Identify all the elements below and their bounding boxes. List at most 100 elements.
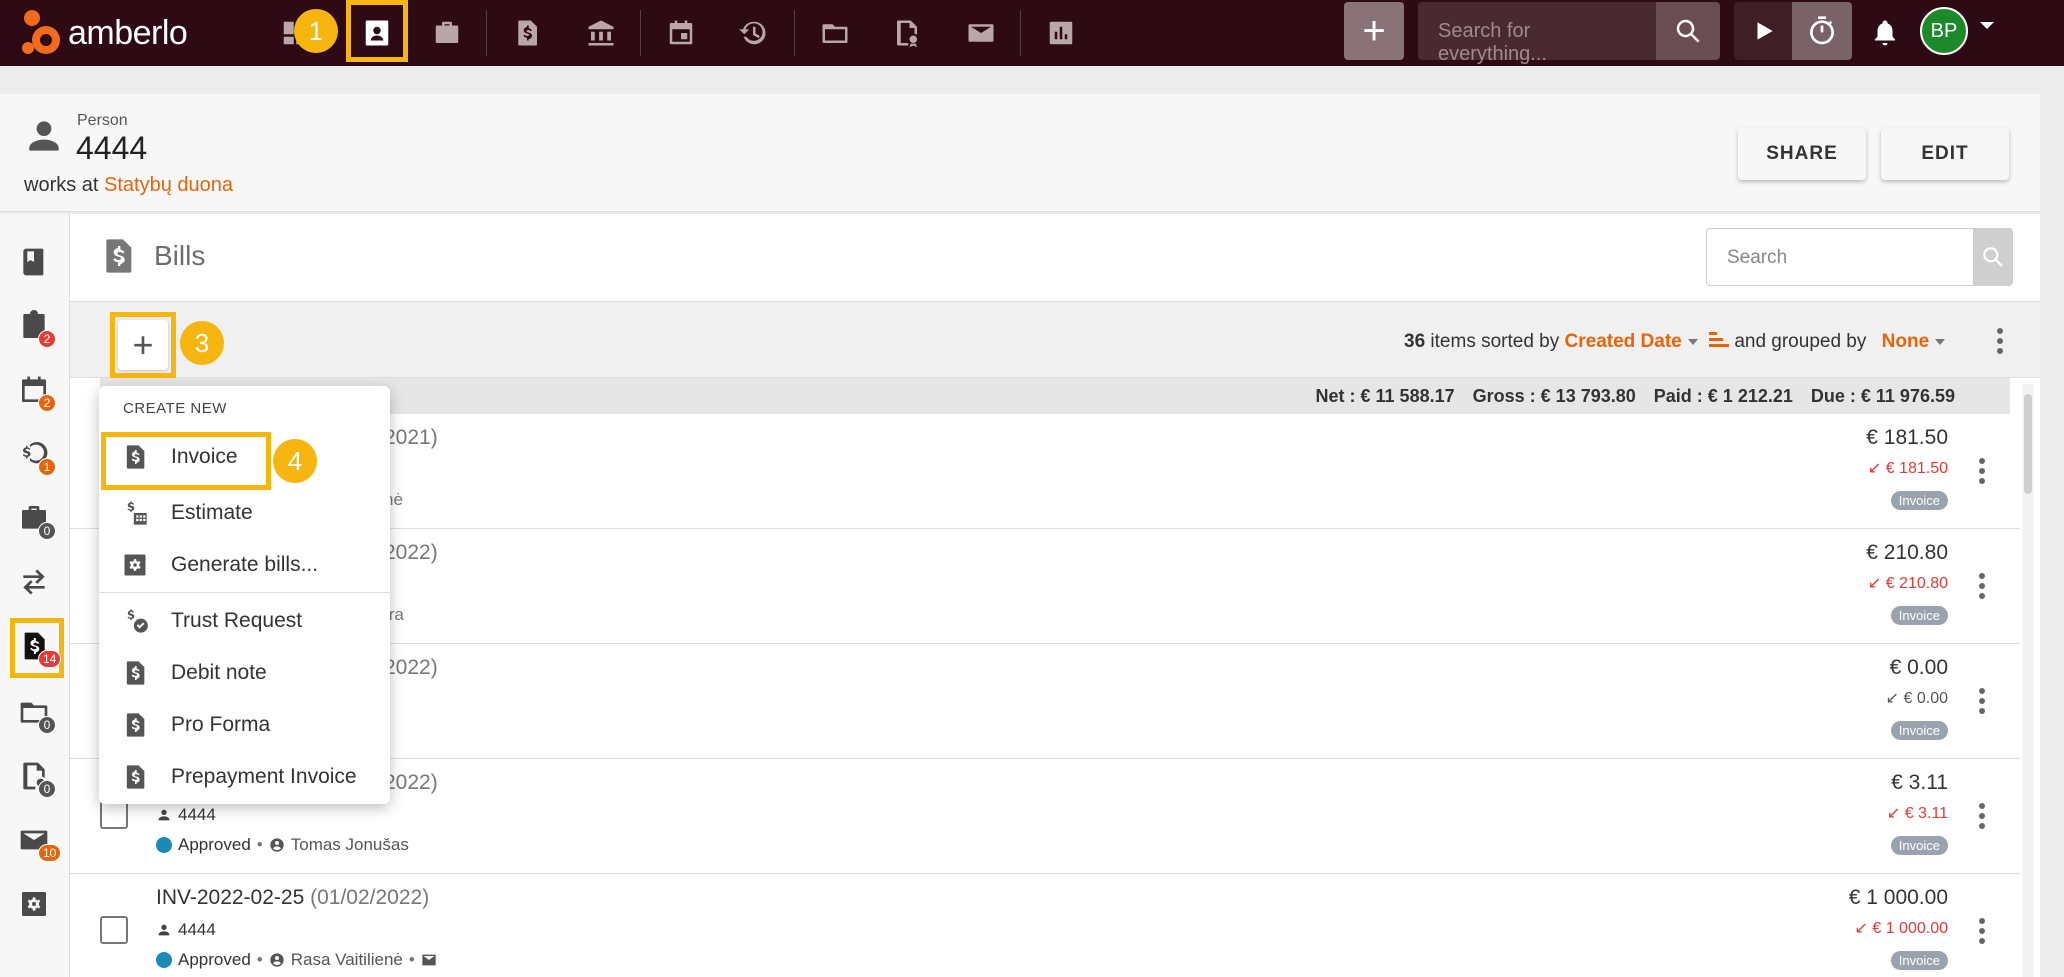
items-count: 36 bbox=[1404, 331, 1426, 353]
account-circle-icon bbox=[270, 838, 284, 852]
global-search-input[interactable]: Search for everything... bbox=[1418, 2, 1658, 65]
sort-field-dropdown[interactable]: Created Date bbox=[1565, 331, 1682, 352]
chevron-down-icon[interactable] bbox=[1980, 22, 1994, 29]
calendar-icon[interactable] bbox=[658, 10, 704, 56]
row-more-icon[interactable] bbox=[1978, 918, 1986, 944]
works-at-prefix: works at bbox=[24, 174, 99, 196]
bill-status: Approved • Tomas Jonušas bbox=[156, 835, 409, 855]
toolbar-more-icon[interactable] bbox=[1996, 328, 2004, 354]
briefcase-icon[interactable] bbox=[424, 10, 470, 56]
time-history-icon[interactable] bbox=[730, 10, 776, 56]
menu-divider bbox=[99, 592, 390, 593]
sidebar-item-transactions[interactable] bbox=[18, 566, 54, 602]
menu-item-debit-note[interactable]: Debit note bbox=[99, 648, 390, 698]
person-name: 4444 bbox=[76, 130, 148, 166]
menu-item-generate-bills[interactable]: Generate bills... bbox=[99, 540, 390, 590]
bill-status: Approved • Rasa Vaitilienė • bbox=[156, 950, 437, 970]
sidebar-item-settings[interactable] bbox=[18, 888, 54, 924]
organization-link[interactable]: Statybų duona bbox=[104, 174, 233, 196]
grouped-by-label: and grouped by bbox=[1734, 331, 1867, 353]
sidebar-item-time-entries[interactable]: 1 bbox=[18, 438, 56, 476]
menu-item-pro-forma[interactable]: Pro Forma bbox=[99, 700, 390, 750]
bills-search-input[interactable]: Search bbox=[1706, 228, 1974, 286]
sort-direction-icon[interactable] bbox=[1709, 330, 1730, 354]
bill-person: 4444 bbox=[156, 805, 216, 825]
bill-paid: ↙ € 181.50 bbox=[1867, 460, 1948, 477]
bill-paid: ↙ € 1 000.00 bbox=[1854, 920, 1948, 937]
reports-icon[interactable] bbox=[1038, 10, 1084, 56]
contacts-icon[interactable] bbox=[354, 10, 400, 56]
logo-mark-icon bbox=[20, 8, 64, 58]
global-add-button[interactable]: + bbox=[1344, 2, 1404, 60]
estimate-icon bbox=[119, 497, 151, 529]
table-row[interactable]: INV-2022-02-25 (01/02/2022) 4444 Approve… bbox=[70, 874, 2020, 977]
generate-gear-icon bbox=[119, 549, 151, 581]
folder-icon[interactable] bbox=[812, 10, 858, 56]
sidebar-item-notes[interactable] bbox=[18, 246, 54, 282]
row-more-icon[interactable] bbox=[1978, 688, 1986, 714]
pro-forma-icon bbox=[119, 709, 151, 741]
nav-divider bbox=[486, 10, 487, 56]
nav-divider bbox=[640, 10, 641, 56]
person-icon bbox=[158, 924, 170, 936]
menu-item-trust-request[interactable]: Trust Request bbox=[99, 596, 390, 646]
scroll-thumb[interactable] bbox=[2024, 394, 2032, 494]
row-more-icon[interactable] bbox=[1978, 458, 1986, 484]
account-circle-icon bbox=[270, 953, 284, 967]
menu-item-prepayment-invoice[interactable]: Prepayment Invoice bbox=[99, 752, 390, 802]
net-total: Net : € 11 588.17 bbox=[1315, 386, 1455, 406]
stopwatch-icon bbox=[1810, 16, 1834, 45]
stopwatch-button[interactable] bbox=[1792, 2, 1852, 60]
list-scrollbar[interactable] bbox=[2022, 384, 2034, 977]
share-button[interactable]: SHARE bbox=[1738, 128, 1866, 180]
left-sidebar: 2 2 1 0 14 2 0 0 10 bbox=[0, 214, 114, 977]
group-field-dropdown[interactable]: None bbox=[1882, 331, 1930, 352]
certificate-icon[interactable] bbox=[884, 10, 930, 56]
bill-title[interactable]: INV-2022-02-25 (01/02/2022) bbox=[156, 886, 429, 910]
bill-amount: € 1 000.00 bbox=[1848, 886, 1948, 909]
notifications-bell-icon[interactable] bbox=[1862, 10, 1908, 56]
gross-total: Gross : € 13 793.80 bbox=[1472, 386, 1636, 406]
user-avatar[interactable]: BP bbox=[1920, 7, 1968, 55]
chevron-down-icon[interactable] bbox=[1687, 339, 1698, 345]
prepayment-invoice-icon bbox=[119, 761, 151, 793]
person-type-label: Person bbox=[77, 112, 128, 129]
sidebar-item-email[interactable]: 10 bbox=[18, 824, 62, 862]
sidebar-item-certificates[interactable]: 0 bbox=[18, 760, 56, 798]
bill-title: 2022) bbox=[384, 771, 438, 794]
status-dot bbox=[156, 837, 172, 853]
sidebar-item-bills[interactable]: 14 bbox=[18, 630, 62, 668]
sidebar-item-documents[interactable]: 0 bbox=[18, 696, 56, 734]
sidebar-item-calendar[interactable]: 2 bbox=[18, 374, 56, 412]
row-more-icon[interactable] bbox=[1978, 573, 1986, 599]
search-icon bbox=[1983, 247, 2003, 267]
bill-type-badge: Invoice bbox=[1890, 491, 1948, 510]
play-icon bbox=[1757, 22, 1773, 40]
person-icon bbox=[22, 114, 66, 158]
bills-search-button[interactable] bbox=[1973, 228, 2013, 286]
add-bill-button[interactable]: + bbox=[118, 320, 168, 370]
bill-paid: ↙ € 0.00 bbox=[1885, 690, 1948, 707]
start-timer-button[interactable] bbox=[1734, 2, 1794, 60]
sorted-by-label: items sorted by bbox=[1430, 331, 1560, 353]
bills-nav-icon[interactable] bbox=[504, 10, 550, 56]
row-checkbox[interactable] bbox=[100, 916, 128, 944]
bills-title: Bills bbox=[154, 240, 206, 271]
sidebar-item-tasks[interactable]: 2 bbox=[18, 310, 56, 348]
sidebar-item-matters[interactable]: 0 bbox=[18, 502, 56, 540]
menu-item-estimate[interactable]: Estimate bbox=[99, 488, 390, 538]
create-new-menu: CREATE NEW Invoice 4 Estimate Generate b… bbox=[99, 386, 390, 804]
mail-icon[interactable] bbox=[958, 10, 1004, 56]
bills-toolbar: + 3 36 items sorted by Created Date and … bbox=[70, 302, 2040, 378]
chevron-down-icon[interactable] bbox=[1935, 339, 1946, 345]
global-search-button[interactable] bbox=[1656, 2, 1720, 60]
bill-title: 2022) bbox=[384, 656, 438, 679]
row-checkbox[interactable] bbox=[100, 801, 128, 829]
edit-button[interactable]: EDIT bbox=[1881, 128, 2009, 180]
calendar-badge: 2 bbox=[38, 394, 56, 412]
bank-icon[interactable] bbox=[578, 10, 624, 56]
amberlo-logo[interactable]: amberlo bbox=[20, 8, 188, 58]
top-navigation-bar: amberlo 1 + Search for everything... BP bbox=[0, 0, 2064, 66]
bill-type-badge: Invoice bbox=[1890, 836, 1948, 855]
row-more-icon[interactable] bbox=[1978, 803, 1986, 829]
